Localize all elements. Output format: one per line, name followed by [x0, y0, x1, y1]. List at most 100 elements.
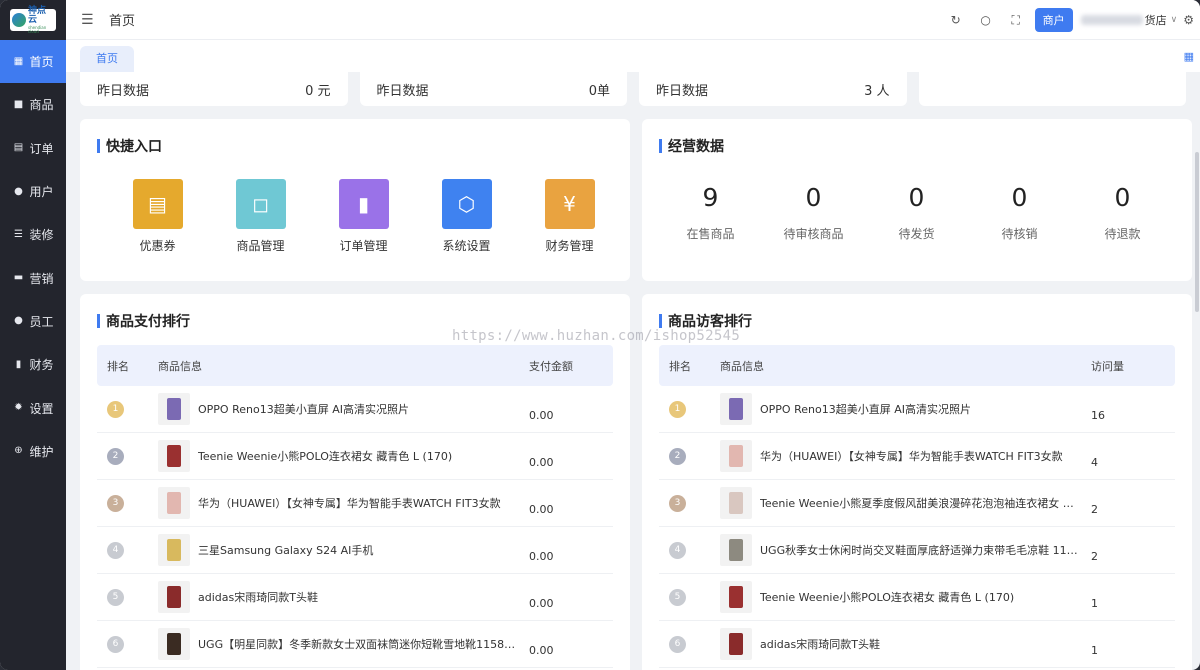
sidebar-item-4[interactable]: ☰ 装修	[0, 213, 66, 256]
gear-icon: ✹	[14, 402, 23, 414]
metric-value: 0	[908, 183, 925, 212]
metric-0[interactable]: 9 在售商品	[659, 185, 762, 242]
settings-gear-icon[interactable]: ⚙	[1183, 13, 1194, 27]
product-name[interactable]: UGG秋季女士休闲时尚交叉鞋面厚底舒适弹力束带毛毛凉鞋 1121...	[760, 542, 1091, 558]
sidebar-item-label: 用户	[29, 185, 54, 200]
product-name[interactable]: Teenie Weenie小熊POLO连衣裙女 藏青色 L (170)	[760, 589, 1091, 605]
product-thumbnail	[158, 487, 190, 519]
product-image	[729, 492, 743, 514]
product-thumbnail	[720, 440, 752, 472]
sidebar-item-label: 首页	[29, 55, 54, 70]
search-icon[interactable]: ○	[971, 13, 1001, 27]
sidebar-item-1[interactable]: ■ 商品	[0, 83, 66, 126]
store-name-blurred	[1080, 15, 1143, 25]
table-row[interactable]: 4 UGG秋季女士休闲时尚交叉鞋面厚底舒适弹力束带毛毛凉鞋 1121... 2	[659, 527, 1175, 574]
sidebar-item-8[interactable]: ✹ 设置	[0, 386, 66, 429]
product-name[interactable]: 华为（HUAWEI）【女神专属】华为智能手表WATCH FIT3女款	[760, 448, 1091, 464]
metric-3[interactable]: 0 待核销	[968, 185, 1071, 242]
sidebar-item-3[interactable]: ● 用户	[0, 170, 66, 213]
hexagon-icon: ⬡	[441, 179, 492, 229]
stats-row: 昨日数据 0 元 昨日数据 0单 昨日数据 3 人	[80, 72, 1186, 106]
product-image	[167, 492, 181, 514]
shopping-bag-icon: ◻	[235, 179, 286, 229]
table-row[interactable]: 5 adidas宋雨琦同款T头鞋 0.00	[97, 574, 613, 621]
tab-home[interactable]: 首页	[80, 46, 134, 72]
table-row[interactable]: 2 华为（HUAWEI）【女神专属】华为智能手表WATCH FIT3女款 4	[659, 433, 1175, 480]
product-image	[167, 633, 181, 655]
user-icon: ●	[14, 185, 23, 197]
visit-rank-rows: 1 OPPO Reno13超美小直屏 AI高清实况照片 16 2 华为（HUAWEI）【…	[659, 386, 1175, 668]
table-row[interactable]: 5 Teenie Weenie小熊POLO连衣裙女 藏青色 L (170) 1	[659, 574, 1175, 621]
sidebar-item-0[interactable]: ▦ 首页	[0, 40, 66, 84]
metric-4[interactable]: 0 待退款	[1071, 185, 1174, 242]
table-row[interactable]: 6 UGG【明星同款】冬季新款女士双面袜筒迷你短靴雪地靴1158275... 0.0…	[97, 621, 613, 668]
stat-value: 0单	[588, 83, 610, 99]
product-name[interactable]: 华为（HUAWEI）【女神专属】华为智能手表WATCH FIT3女款	[198, 495, 529, 511]
product-thumbnail	[720, 581, 752, 613]
metric-1[interactable]: 0 待审核商品	[762, 185, 865, 242]
shop-icon: ▬	[13, 272, 24, 284]
menu-toggle-icon[interactable]: ☰	[81, 12, 97, 28]
grid-menu-icon[interactable]: ▦	[1184, 50, 1194, 63]
stat-card-revenue: 昨日数据 0 元	[80, 72, 348, 106]
refresh-icon[interactable]: ↻	[941, 13, 971, 27]
table-row[interactable]: 2 Teenie Weenie小熊POLO连衣裙女 藏青色 L (170) 0.00	[97, 433, 613, 480]
top-header: ☰ 首页 ↻ ○ ⛶ 商户 货店 ∨ ⚙	[66, 0, 1200, 40]
fullscreen-icon[interactable]: ⛶	[1001, 13, 1031, 28]
table-row[interactable]: 4 三星Samsung Galaxy S24 AI手机 0.00	[97, 527, 613, 574]
sidebar-item-label: 财务	[29, 358, 54, 373]
table-row[interactable]: 1 OPPO Reno13超美小直屏 AI高清实况照片 0.00	[97, 386, 613, 433]
sidebar-item-7[interactable]: ▮ 财务	[0, 343, 66, 386]
product-name[interactable]: adidas宋雨琦同款T头鞋	[198, 589, 529, 605]
shortcut-4[interactable]: ¥ 财务管理	[518, 179, 621, 254]
rank-badge: 6	[669, 635, 686, 653]
page-title: 首页	[109, 14, 136, 29]
visit-count: 16	[1091, 408, 1105, 422]
product-name[interactable]: Teenie Weenie小熊POLO连衣裙女 藏青色 L (170)	[198, 448, 529, 464]
product-name[interactable]: adidas宋雨琦同款T头鞋	[760, 636, 1091, 652]
quick-entry-card: 快捷入口 ▤ 优惠券 ◻ 商品管理 ▮ 订单管理 ⬡ 系统设置 ¥ 财务管理	[80, 119, 630, 281]
product-image	[167, 445, 181, 467]
product-name[interactable]: Teenie Weenie小熊夏季度假风甜美浪漫碎花泡泡袖连衣裙女 撞色 ...	[760, 495, 1091, 511]
visit-count: 4	[1091, 455, 1098, 469]
shortcut-1[interactable]: ◻ 商品管理	[209, 179, 312, 254]
product-image	[729, 633, 743, 655]
product-thumbnail	[158, 393, 190, 425]
logo-mark: 神点云 shendian cloud	[10, 6, 56, 33]
sidebar-item-label: 商品	[29, 98, 54, 113]
rank-badge: 1	[669, 400, 686, 418]
sidebar-item-label: 维护	[29, 444, 54, 459]
stat-label: 昨日数据	[656, 83, 709, 99]
product-name[interactable]: 三星Samsung Galaxy S24 AI手机	[198, 542, 529, 558]
app-window: 神点云 shendian cloud ▦ 首页 ■ 商品 ▤ 订单 ● 用户 ☰ 装修 ▬ 营销 ● 员工…	[0, 0, 1200, 670]
shortcut-label: 商品管理	[236, 239, 285, 253]
shortcut-2[interactable]: ▮ 订单管理	[312, 179, 415, 254]
sidebar-item-2[interactable]: ▤ 订单	[0, 127, 66, 170]
metric-2[interactable]: 0 待发货	[865, 185, 968, 242]
rank-badge: 4	[669, 541, 686, 559]
table-row[interactable]: 1 OPPO Reno13超美小直屏 AI高清实况照片 16	[659, 386, 1175, 433]
sidebar-item-label: 订单	[29, 141, 54, 156]
shortcut-0[interactable]: ▤ 优惠券	[106, 179, 209, 254]
merchant-button[interactable]: 商户	[1034, 8, 1073, 32]
table-row[interactable]: 6 adidas宋雨琦同款T头鞋 1	[659, 621, 1175, 668]
shortcut-3[interactable]: ⬡ 系统设置	[415, 179, 518, 254]
sidebar-item-6[interactable]: ● 员工	[0, 300, 66, 343]
sidebar: 神点云 shendian cloud ▦ 首页 ■ 商品 ▤ 订单 ● 用户 ☰ 装修 ▬ 营销 ● 员工…	[0, 0, 66, 670]
product-name[interactable]: OPPO Reno13超美小直屏 AI高清实况照片	[198, 401, 529, 417]
plus-circle-icon: ⊕	[14, 445, 23, 457]
visit-count: 2	[1091, 549, 1098, 563]
sidebar-item-5[interactable]: ▬ 营销	[0, 256, 66, 299]
vertical-scrollbar[interactable]	[1195, 152, 1199, 312]
sidebar-item-9[interactable]: ⊕ 维护	[0, 430, 66, 473]
col-rank: 排名	[107, 359, 129, 373]
product-name[interactable]: UGG【明星同款】冬季新款女士双面袜筒迷你短靴雪地靴1158275...	[198, 636, 529, 652]
table-row[interactable]: 3 Teenie Weenie小熊夏季度假风甜美浪漫碎花泡泡袖连衣裙女 撞色 ..…	[659, 480, 1175, 527]
rank-badge: 3	[669, 494, 686, 512]
product-thumbnail	[158, 440, 190, 472]
logo[interactable]: 神点云 shendian cloud	[0, 0, 66, 40]
store-selector[interactable]: 货店 ∨	[1080, 12, 1184, 28]
table-row[interactable]: 3 华为（HUAWEI）【女神专属】华为智能手表WATCH FIT3女款 0.00	[97, 480, 613, 527]
shortcut-label: 订单管理	[339, 239, 388, 253]
product-name[interactable]: OPPO Reno13超美小直屏 AI高清实况照片	[760, 401, 1091, 417]
